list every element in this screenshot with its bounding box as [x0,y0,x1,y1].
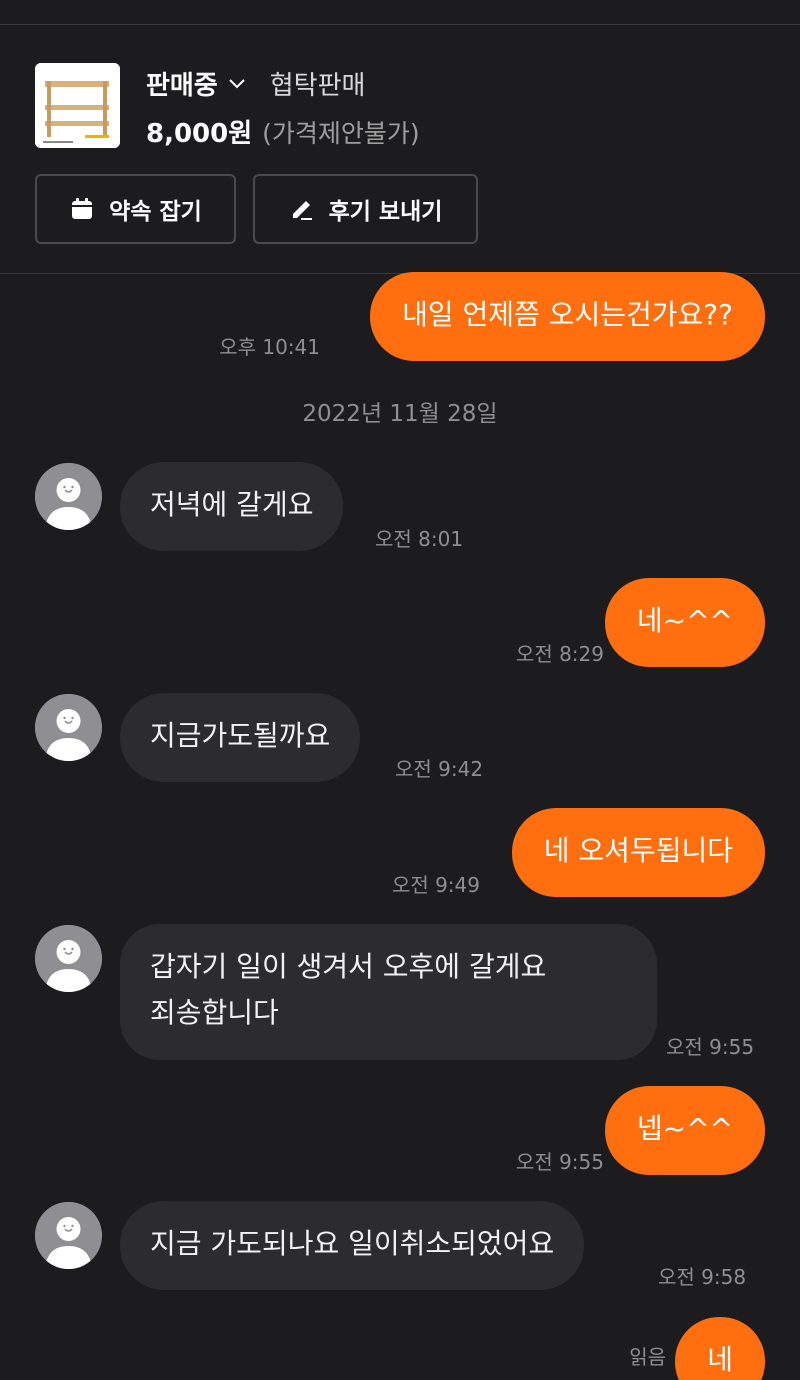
product-header: 판매중 협탁판매 8,000원 (가격제안불가) 약속 잡기 후기 보내기 [0,25,800,274]
review-button-label: 후기 보내기 [328,199,443,225]
avatar[interactable] [35,1202,102,1269]
sale-status[interactable]: 판매중 협탁판매 [146,65,365,102]
message-time: 오전 8:01 [375,527,464,551]
message-text-line: 죄송합니다 [150,996,279,1029]
message-time: 오전 9:55 [515,1150,604,1174]
message-bubble-incoming[interactable]: 갑자기 일이 생겨서 오후에 갈게요 죄송합니다 [120,924,657,1060]
message-bubble-incoming[interactable]: 지금 가도되나요 일이취소되었어요 [120,1201,585,1290]
avatar[interactable] [35,463,102,530]
message-time: 오전 9:42 [395,757,484,781]
message-time: 오후 10:41 [219,335,320,359]
message-time: 오전 9:58 [658,1265,747,1289]
avatar[interactable] [35,925,102,992]
message-bubble-outgoing[interactable]: 네 오셔두됩니다 [511,808,765,897]
default-avatar-icon [35,694,102,761]
message-list[interactable]: 내일 언제쯤 오시는건가요?? 오후 10:41 2022년 11월 28일 저… [0,272,800,1380]
message-bubble-incoming[interactable]: 저녁에 갈게요 [120,462,344,551]
product-thumbnail[interactable] [35,63,120,148]
message-time: 오전 9:49 [391,873,480,897]
review-button[interactable]: 후기 보내기 [253,174,478,244]
message-bubble-outgoing[interactable]: 네~^^ [604,578,765,667]
default-avatar-icon [35,463,102,530]
message-bubble-outgoing[interactable]: 내일 언제쯤 오시는건가요?? [370,272,765,361]
message-text-line: 갑자기 일이 생겨서 오후에 갈게요 [150,950,547,983]
message-bubble-outgoing[interactable]: 넵~^^ [604,1086,765,1175]
pencil-icon [292,201,312,220]
default-avatar-icon [35,925,102,992]
product-price: 8,000원 [146,119,253,149]
appoint-button[interactable]: 약속 잡기 [35,174,236,244]
chat-screen: 판매중 협탁판매 8,000원 (가격제안불가) 약속 잡기 후기 보내기 내일… [0,0,800,1380]
price-row: 8,000원 (가격제안불가) [146,113,420,150]
date-separator: 2022년 11월 28일 [302,401,498,427]
message-bubble-incoming[interactable]: 지금가도될까요 [120,693,361,782]
shelf-image-icon [35,63,120,148]
product-title: 협탁판매 [269,71,366,101]
message-time: 오전 9:55 [666,1035,755,1059]
message-time: 오전 8:29 [515,642,604,666]
chevron-down-icon [229,78,245,88]
status-label: 판매중 [146,71,218,101]
avatar[interactable] [35,694,102,761]
read-receipt: 읽음 [629,1345,666,1369]
appoint-button-label: 약속 잡기 [109,199,202,225]
calendar-icon [72,198,93,219]
message-bubble-outgoing[interactable]: 네 [675,1317,765,1380]
price-note: (가격제안불가) [262,119,420,148]
default-avatar-icon [35,1202,102,1269]
